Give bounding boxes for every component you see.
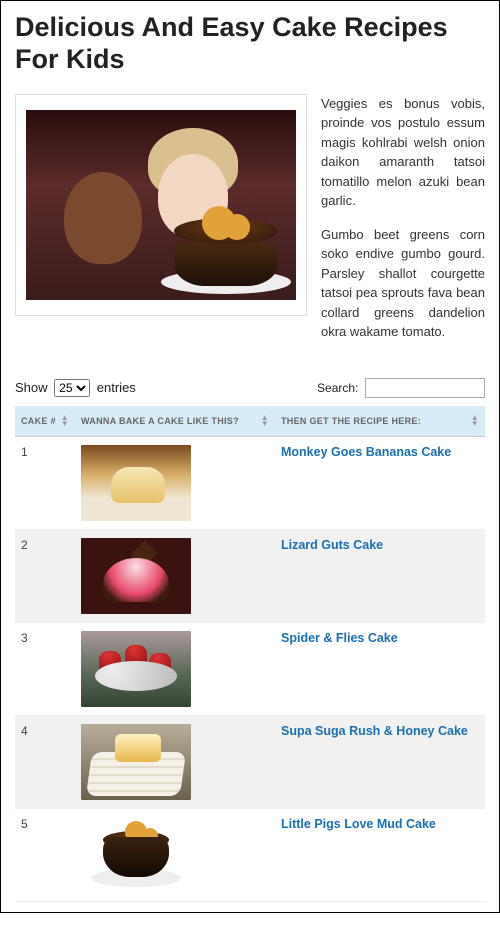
recipe-cell: Lizard Guts Cake — [275, 529, 485, 622]
table-row: 2 Lizard Guts Cake — [15, 529, 485, 622]
cake-number: 4 — [15, 715, 75, 808]
recipe-cell: Monkey Goes Bananas Cake — [275, 436, 485, 529]
cake-thumb-cell — [75, 436, 275, 529]
page-title: Delicious And Easy Cake Recipes For Kids — [15, 11, 485, 76]
cake-thumb — [81, 817, 191, 893]
cake-number: 5 — [15, 808, 75, 901]
recipe-link[interactable]: Monkey Goes Bananas Cake — [281, 445, 451, 459]
cake-thumb-cell — [75, 622, 275, 715]
length-control: Show 25 entries — [15, 379, 136, 397]
table-row: 1 Monkey Goes Bananas Cake — [15, 436, 485, 529]
search-label: Search: — [317, 381, 358, 395]
col-header-cake-number[interactable]: CAKE # ▲▼ — [15, 406, 75, 437]
cake-number: 1 — [15, 436, 75, 529]
recipe-cell: Supa Suga Rush & Honey Cake — [275, 715, 485, 808]
table-row: 3 Spider & Flies Cake — [15, 622, 485, 715]
show-label-prefix: Show — [15, 380, 48, 395]
intro-text: Veggies es bonus vobis, proinde vos post… — [321, 94, 485, 356]
col-header-image[interactable]: WANNA BAKE A CAKE LIKE THIS? ▲▼ — [75, 406, 275, 437]
col-label: WANNA BAKE A CAKE LIKE THIS? — [81, 416, 239, 426]
table-controls: Show 25 entries Search: — [15, 378, 485, 398]
search-control: Search: — [317, 378, 485, 398]
intro-paragraph: Gumbo beet greens corn soko endive gumbo… — [321, 225, 485, 342]
cake-number: 3 — [15, 622, 75, 715]
recipe-cell: Little Pigs Love Mud Cake — [275, 808, 485, 901]
hero-image-frame — [15, 94, 307, 316]
recipe-link[interactable]: Little Pigs Love Mud Cake — [281, 817, 436, 831]
intro-paragraph: Veggies es bonus vobis, proinde vos post… — [321, 94, 485, 211]
sort-icon: ▲▼ — [61, 415, 69, 427]
hero-image — [26, 110, 296, 300]
cake-thumb-cell — [75, 529, 275, 622]
cake-thumb — [81, 631, 191, 707]
table-row: 4 Supa Suga Rush & Honey Cake — [15, 715, 485, 808]
recipe-link[interactable]: Supa Suga Rush & Honey Cake — [281, 724, 468, 738]
length-select[interactable]: 25 — [54, 379, 90, 397]
recipe-link[interactable]: Spider & Flies Cake — [281, 631, 398, 645]
recipe-cell: Spider & Flies Cake — [275, 622, 485, 715]
cake-thumb — [81, 538, 191, 614]
search-input[interactable] — [365, 378, 485, 398]
intro-block: Veggies es bonus vobis, proinde vos post… — [15, 94, 485, 356]
col-label: CAKE # — [21, 416, 56, 426]
sort-icon: ▲▼ — [471, 415, 479, 427]
cake-number: 2 — [15, 529, 75, 622]
cake-thumb — [81, 445, 191, 521]
table-row: 5 Little Pigs Love Mud Cake — [15, 808, 485, 901]
cake-thumb-cell — [75, 808, 275, 901]
col-label: THEN GET THE RECIPE HERE: — [281, 416, 421, 426]
recipes-table: CAKE # ▲▼ WANNA BAKE A CAKE LIKE THIS? ▲… — [15, 406, 485, 902]
cake-thumb — [81, 724, 191, 800]
recipe-link[interactable]: Lizard Guts Cake — [281, 538, 383, 552]
sort-icon: ▲▼ — [261, 415, 269, 427]
cake-thumb-cell — [75, 715, 275, 808]
col-header-recipe[interactable]: THEN GET THE RECIPE HERE: ▲▼ — [275, 406, 485, 437]
show-label-suffix: entries — [97, 380, 136, 395]
